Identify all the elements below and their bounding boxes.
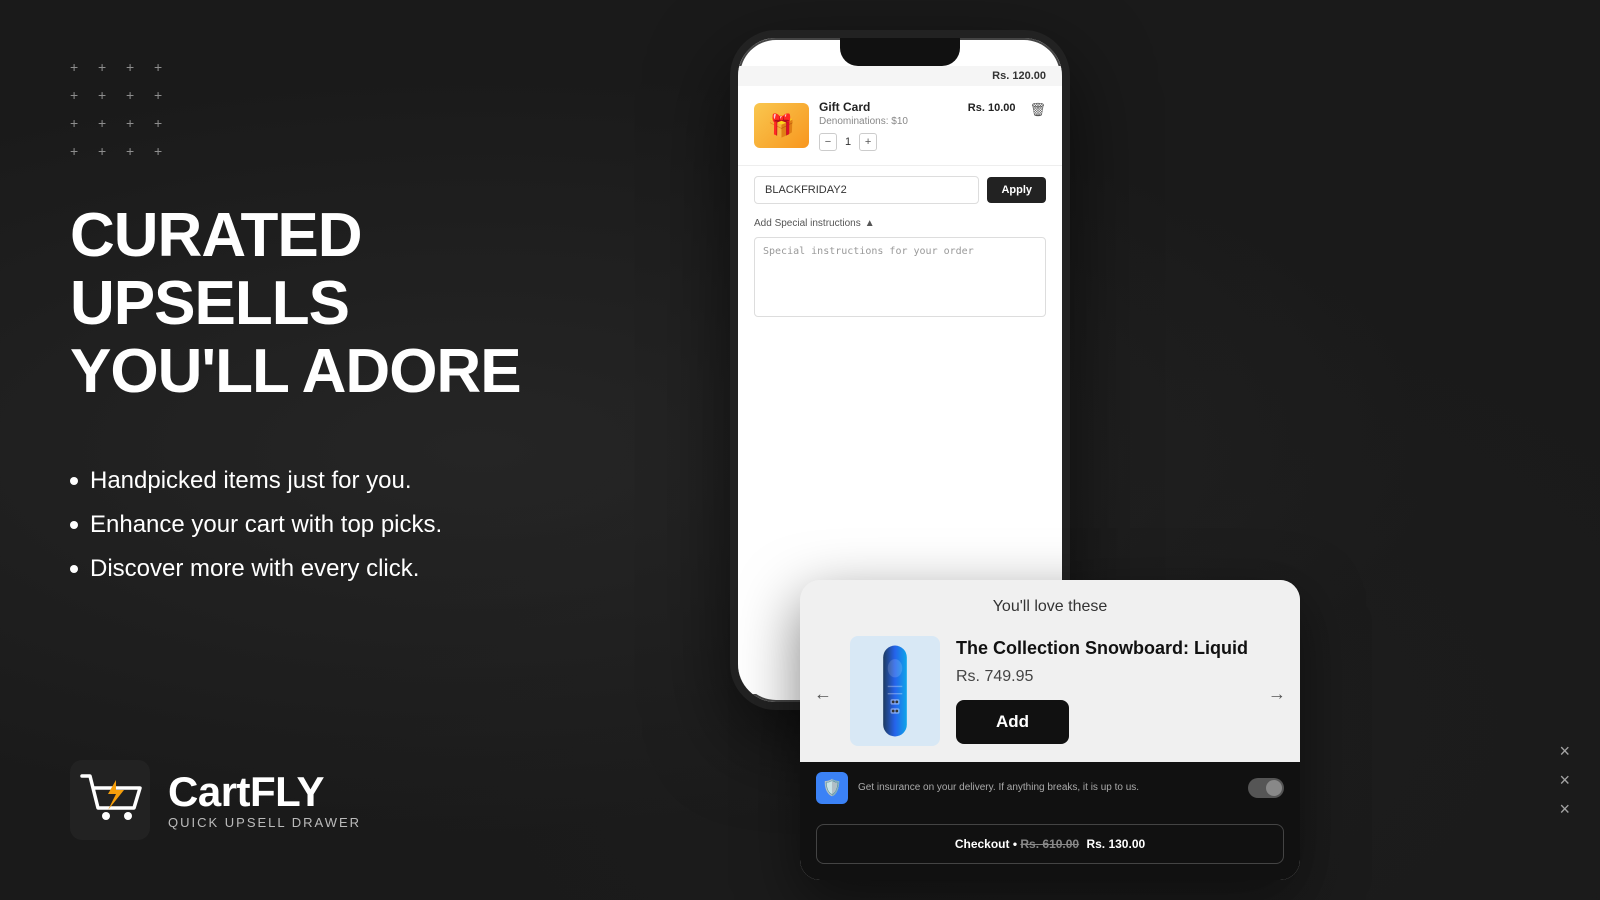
quantity-increase-button[interactable]: +	[859, 133, 877, 151]
apply-button[interactable]: Apply	[987, 177, 1046, 203]
upsell-product-price: Rs. 749.95	[956, 668, 1250, 686]
x-mark: ×	[1559, 799, 1570, 820]
cart-item-quantity: − 1 +	[819, 133, 958, 151]
next-product-button[interactable]: →	[1268, 684, 1286, 705]
feature-list: Handpicked items just for you. Enhance y…	[70, 467, 610, 599]
x-mark: ×	[1559, 770, 1570, 791]
quantity-decrease-button[interactable]: −	[819, 133, 837, 151]
plus-symbol: +	[126, 60, 144, 78]
x-mark: ×	[1559, 741, 1570, 762]
bullet-dot	[70, 521, 78, 529]
add-to-cart-button[interactable]: Add	[956, 700, 1069, 744]
list-item: Enhance your cart with top picks.	[70, 511, 610, 539]
insurance-toggle[interactable]	[1248, 778, 1284, 798]
phone-notch	[840, 38, 960, 66]
cart-item-details: Gift Card Denominations: $10 − 1 +	[819, 100, 958, 151]
brand-tagline: QUICK UPSELL DRAWER	[168, 815, 361, 830]
special-instructions-area: Add Special instructions ▲ Special instr…	[738, 214, 1062, 332]
plus-symbol: +	[70, 88, 88, 106]
chevron-up-icon: ▲	[865, 218, 875, 229]
prev-product-button[interactable]: ←	[814, 684, 832, 705]
bullet-dot	[70, 565, 78, 573]
insurance-row: 🛡️ Get insurance on your delivery. If an…	[800, 762, 1300, 814]
insurance-icon: 🛡️	[816, 772, 848, 804]
list-item: Discover more with every click.	[70, 555, 610, 583]
quantity-value: 1	[845, 136, 851, 148]
snowboard-svg	[860, 641, 930, 741]
x-marks: × × ×	[1559, 741, 1570, 820]
upsell-product-area: ←	[800, 626, 1300, 762]
checkout-original-price: Rs. 610.00	[1020, 837, 1079, 851]
upsell-product-name: The Collection Snowboard: Liquid	[956, 638, 1250, 660]
plus-symbol: +	[70, 144, 88, 162]
right-section: Rs. 120.00 🎁 Gift Card Denominations: $1…	[680, 0, 1600, 900]
page-wrapper: + + + + + + + + + + + + + + + + CURATED …	[0, 0, 1600, 900]
cart-item-name: Gift Card	[819, 100, 958, 114]
toggle-knob	[1266, 780, 1282, 796]
coupon-input[interactable]	[754, 176, 979, 204]
headline-block: CURATED UPSELLS YOU'LL ADORE	[70, 202, 610, 467]
brand-section: CartFLY QUICK UPSELL DRAWER	[70, 760, 610, 840]
phone-status-bar: Rs. 120.00	[738, 66, 1062, 86]
product-image	[850, 636, 940, 746]
brand-text-group: CartFLY QUICK UPSELL DRAWER	[168, 771, 361, 830]
left-section: + + + + + + + + + + + + + + + + CURATED …	[0, 0, 680, 900]
plus-symbol: +	[126, 144, 144, 162]
plus-symbol: +	[126, 88, 144, 106]
cart-item-image: 🎁	[754, 103, 809, 148]
plus-symbol: +	[98, 60, 116, 78]
cart-item: 🎁 Gift Card Denominations: $10 − 1 + Rs.…	[738, 86, 1062, 166]
insurance-text: Get insurance on your delivery. If anyth…	[858, 781, 1238, 795]
plus-symbol: +	[98, 116, 116, 134]
status-price: Rs. 120.00	[992, 70, 1046, 82]
cart-item-denomination: Denominations: $10	[819, 116, 958, 127]
special-instructions-toggle[interactable]: Add Special instructions ▲	[754, 218, 1046, 229]
plus-symbol: +	[70, 116, 88, 134]
plus-symbol: +	[154, 144, 172, 162]
list-item: Handpicked items just for you.	[70, 467, 610, 495]
checkout-label: Checkout •	[955, 837, 1017, 851]
plus-symbol: +	[154, 88, 172, 106]
special-instructions-textarea[interactable]: Special instructions for your order	[754, 237, 1046, 317]
plus-symbol: +	[98, 88, 116, 106]
plus-symbol: +	[70, 60, 88, 78]
plus-symbol: +	[126, 116, 144, 134]
upsell-card: You'll love these ←	[800, 580, 1300, 880]
upsell-product-info: The Collection Snowboard: Liquid Rs. 749…	[956, 638, 1250, 744]
checkout-button-area: Checkout • Rs. 610.00 Rs. 130.00	[800, 814, 1300, 880]
page-title: CURATED UPSELLS YOU'LL ADORE	[70, 202, 610, 407]
checkout-new-price: Rs. 130.00	[1086, 837, 1145, 851]
upsell-header: You'll love these	[800, 580, 1300, 626]
plus-symbol: +	[154, 116, 172, 134]
brand-name: CartFLY	[168, 771, 361, 813]
checkout-button[interactable]: Checkout • Rs. 610.00 Rs. 130.00	[816, 824, 1284, 864]
bullet-dot	[70, 477, 78, 485]
coupon-area: Apply	[738, 166, 1062, 214]
plus-symbol: +	[154, 60, 172, 78]
plus-grid: + + + + + + + + + + + + + + + +	[70, 60, 610, 162]
trash-icon[interactable]: 🗑	[1029, 102, 1046, 118]
brand-logo-icon	[70, 760, 150, 840]
plus-symbol: +	[98, 144, 116, 162]
cart-item-price: Rs. 10.00	[968, 102, 1016, 114]
